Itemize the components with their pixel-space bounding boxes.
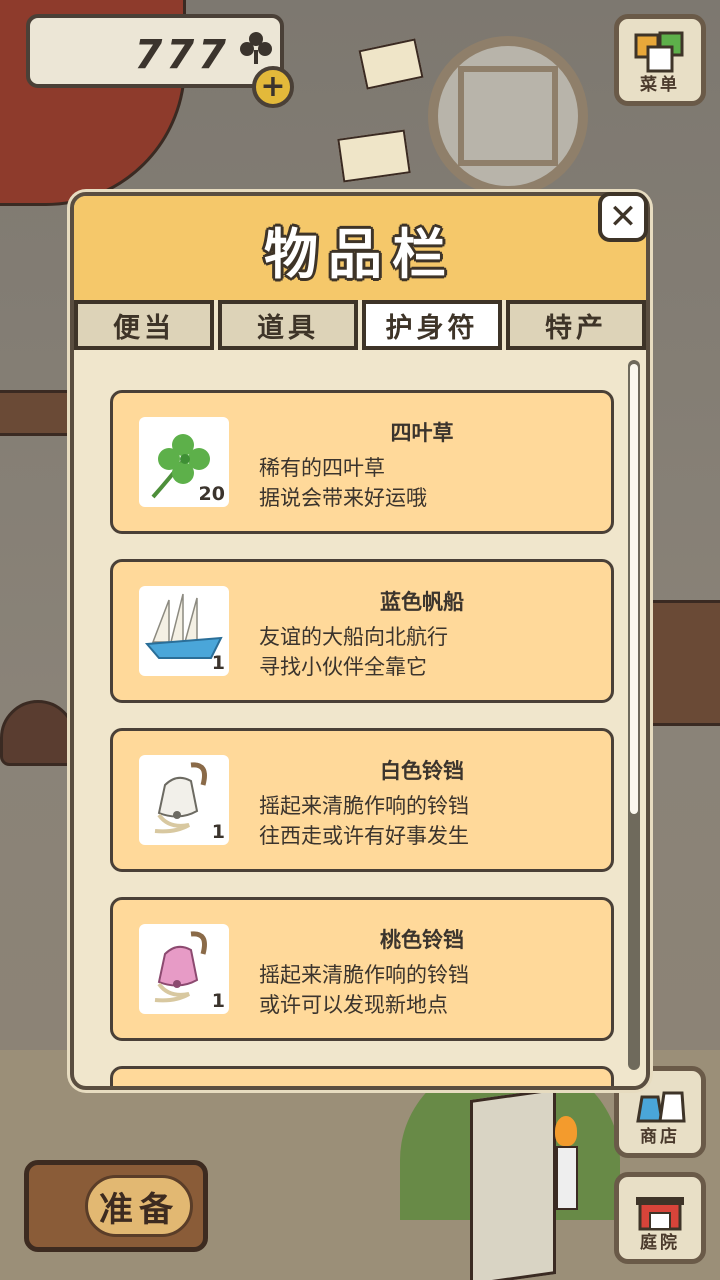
item-name: 蓝色帆船 <box>380 590 464 614</box>
item-desc-line: 寻找小伙伴全靠它 <box>259 655 427 679</box>
scrollbar-thumb[interactable] <box>630 364 638 814</box>
wall-note <box>337 129 411 183</box>
list-item[interactable]: 20 四叶草 稀有的四叶草 据说会带来好运哦 <box>110 390 614 534</box>
tab-charms[interactable]: 护身符 <box>362 300 502 350</box>
item-thumbnail: 1 <box>139 924 229 1014</box>
round-window <box>428 36 588 196</box>
inventory-tabs: 便当 道具 护身符 特产 <box>74 300 646 350</box>
item-quantity: 20 <box>198 483 225 505</box>
tab-specialties[interactable]: 特产 <box>506 300 646 350</box>
item-list[interactable]: 20 四叶草 稀有的四叶草 据说会带来好运哦 1 蓝色帆船 友谊的大船向北航行 … <box>74 354 646 1086</box>
panel-title: 物品栏 <box>264 223 456 286</box>
paper-screen <box>470 1087 556 1280</box>
panel-header: 物品栏 <box>74 196 646 300</box>
candle-icon <box>555 1116 578 1210</box>
item-desc-line: 稀有的四叶草 <box>259 456 385 480</box>
list-item-partial[interactable] <box>110 1066 614 1086</box>
close-button[interactable]: ✕ <box>598 192 648 242</box>
garden-button[interactable]: 庭院 <box>614 1172 706 1264</box>
list-item[interactable]: 1 蓝色帆船 友谊的大船向北航行 寻找小伙伴全靠它 <box>110 559 614 703</box>
shop-label: 商店 <box>640 1127 680 1147</box>
item-desc-line: 或许可以发现新地点 <box>259 993 448 1017</box>
clover-counter: 777 <box>26 14 284 88</box>
list-item[interactable]: 1 桃色铃铛 摇起来清脆作响的铃铛 或许可以发现新地点 <box>110 897 614 1041</box>
wooden-shelf <box>0 390 76 436</box>
item-name: 白色铃铛 <box>380 759 464 783</box>
item-quantity: 1 <box>211 990 225 1012</box>
item-desc-line: 往西走或许有好事发生 <box>259 824 469 848</box>
item-description: 摇起来清脆作响的铃铛 往西走或许有好事发生 <box>259 791 469 851</box>
item-name: 桃色铃铛 <box>380 928 464 952</box>
item-desc-line: 据说会带来好运哦 <box>259 486 427 510</box>
garden-label: 庭院 <box>640 1233 680 1253</box>
menu-label: 菜单 <box>640 75 680 95</box>
clay-pot <box>0 700 76 766</box>
item-quantity: 1 <box>211 821 225 843</box>
clover-icon <box>240 32 272 64</box>
clover-count: 777 <box>134 32 230 78</box>
tab-tools[interactable]: 道具 <box>218 300 358 350</box>
prepare-button[interactable]: 准备 <box>24 1160 208 1252</box>
item-thumbnail: 1 <box>139 755 229 845</box>
add-clover-button[interactable]: + <box>252 66 294 108</box>
prepare-label: 准备 <box>85 1175 193 1237</box>
wall-note <box>358 38 424 90</box>
list-item[interactable]: 1 白色铃铛 摇起来清脆作响的铃铛 往西走或许有好事发生 <box>110 728 614 872</box>
tab-bento[interactable]: 便当 <box>74 300 214 350</box>
item-desc-line: 摇起来清脆作响的铃铛 <box>259 794 469 818</box>
item-desc-line: 摇起来清脆作响的铃铛 <box>259 963 469 987</box>
wooden-table <box>644 600 720 726</box>
item-name: 四叶草 <box>390 421 454 445</box>
item-description: 友谊的大船向北航行 寻找小伙伴全靠它 <box>259 622 448 682</box>
menu-icon <box>634 31 684 73</box>
item-description: 摇起来清脆作响的铃铛 或许可以发现新地点 <box>259 960 469 1020</box>
item-quantity: 1 <box>211 652 225 674</box>
item-desc-line: 友谊的大船向北航行 <box>259 625 448 649</box>
item-description: 稀有的四叶草 据说会带来好运哦 <box>259 453 427 513</box>
menu-button[interactable]: 菜单 <box>614 14 706 106</box>
item-thumbnail: 1 <box>139 586 229 676</box>
list-scrollbar[interactable] <box>628 360 640 1070</box>
garden-icon <box>636 1197 684 1231</box>
inventory-panel: 物品栏 便当 道具 护身符 特产 20 四叶草 稀有的四叶草 据说会带来好运哦 … <box>70 192 650 1090</box>
shop-icon <box>636 1091 686 1123</box>
item-thumbnail: 20 <box>139 417 229 507</box>
